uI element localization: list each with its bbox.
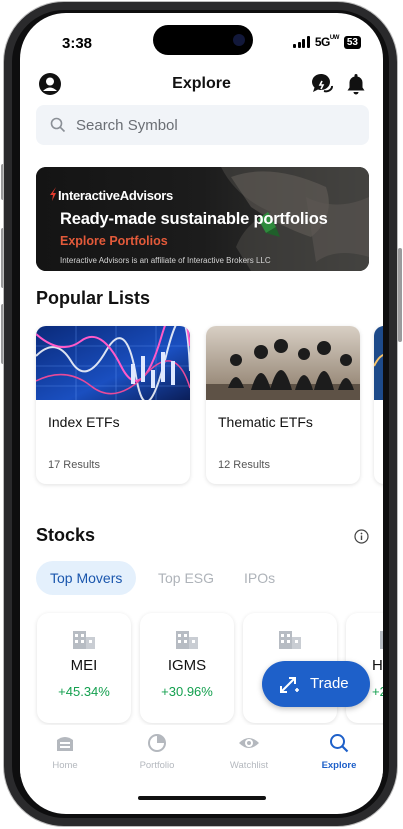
tab-watchlist[interactable]: Watchlist [214,733,284,771]
stock-card-igms[interactable]: IGMS +30.96% [140,613,234,723]
list-card-partial-image [374,326,383,400]
building-icon [73,631,95,649]
stock-symbol: MEI [70,657,98,674]
portfolio-icon [148,734,166,752]
index-etfs-image [36,326,190,400]
ia-logo-icon [50,187,56,201]
stocks-title: Stocks [36,525,96,545]
power-button [398,248,402,342]
banner-headline: Ready-made sustainable portfolios [60,210,328,228]
search-bar[interactable] [36,105,369,145]
chat-icon[interactable] [309,71,335,97]
home-icon [57,737,73,751]
top-bar: Explore [20,65,383,105]
bottom-tab-bar: Home Portfolio Watchlist Explore [20,725,383,777]
status-indicators: 5GUW 53 [293,35,361,49]
popular-lists-title: Popular Lists [36,288,151,308]
battery-icon: 53 [343,35,361,49]
tab-top-esg[interactable]: Top ESG [158,561,214,595]
building-icon [176,631,198,649]
eye-icon [239,738,259,748]
banner-logo: InteractiveAdvisors [58,188,173,203]
bell-icon[interactable] [343,71,369,97]
building-icon [380,631,383,649]
stock-change: +30.96% [161,684,213,699]
tab-top-movers[interactable]: Top Movers [36,561,137,595]
list-card-index-etfs[interactable]: Index ETFs 17 Results [36,326,190,484]
list-card-count: 12 Results [218,459,270,471]
tab-ipos[interactable]: IPOs [244,561,275,595]
thematic-etfs-image [206,326,360,400]
explore-portfolios-link[interactable]: Explore Portfolios [60,234,168,248]
tab-label: Portfolio [139,760,175,771]
list-card-partial[interactable] [374,326,383,484]
list-card-count: 17 Results [48,459,100,471]
stock-symbol: HO [372,657,383,674]
search-input[interactable] [76,105,356,145]
tab-explore[interactable]: Explore [304,733,374,771]
list-card-title: Index ETFs [48,414,120,430]
trade-arrows-icon [280,677,299,693]
status-time: 3:38 [62,35,93,52]
app-screen: 3:38 5GUW 53 Explore Search Symbol Inter… [20,13,383,814]
stock-change: +45.34% [58,684,110,699]
building-icon [279,631,301,649]
tab-label: Watchlist [229,760,269,771]
tab-home[interactable]: Home [30,733,100,771]
tab-label: Explore [321,760,357,771]
list-card-thematic-etfs[interactable]: Thematic ETFs 12 Results [206,326,360,484]
network-label: 5GUW [314,35,340,49]
stock-card-mei[interactable]: MEI +45.34% [37,613,131,723]
home-indicator [138,796,266,800]
info-icon[interactable] [354,529,369,544]
signal-icon [293,36,310,48]
dynamic-island [153,25,253,55]
search-icon [50,117,66,133]
tab-portfolio[interactable]: Portfolio [122,733,192,771]
trade-button[interactable]: Trade [262,661,370,707]
banner-disclaimer: Interactive Advisors is an affiliate of … [60,256,271,265]
list-card-title: Thematic ETFs [218,414,313,430]
trade-label: Trade [310,675,349,692]
promo-banner[interactable]: InteractiveAdvisors Ready-made sustainab… [36,167,369,271]
tab-label: Home [52,760,78,771]
explore-icon [330,734,349,753]
stock-symbol: IGMS [167,657,207,674]
stock-change: +24 [372,684,383,699]
